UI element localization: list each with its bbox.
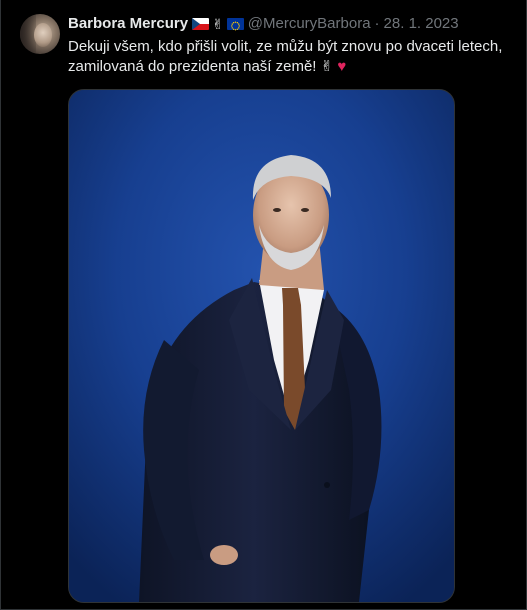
display-name[interactable]: Barbora Mercury (68, 14, 188, 34)
tweet-card[interactable]: Barbora Mercury ✌ @MercuryBarbora · 28. … (0, 0, 527, 610)
tweet-header: Barbora Mercury ✌ @MercuryBarbora · 28. … (68, 14, 514, 34)
tweet-text-line-2: zamilovaná do prezidenta naší země! (68, 58, 317, 75)
tweet-body: Barbora Mercury ✌ @MercuryBarbora · 28. … (68, 14, 514, 77)
avatar[interactable] (20, 14, 60, 54)
tweet-text: Dekuji všem, kdo přišli volit, ze můžu b… (68, 37, 518, 77)
heart-emoji: ♥ (337, 58, 347, 75)
victory-hand-icon: ✌ (212, 16, 224, 32)
eu-flag-icon (226, 18, 244, 31)
avatar-face (34, 23, 52, 47)
tweet-date[interactable]: 28. 1. 2023 (384, 14, 459, 34)
separator-dot: · (374, 15, 380, 32)
tweet-text-line-1: Dekuji všem, kdo přišli volit, ze můžu b… (68, 38, 503, 55)
portrait-illustration (69, 90, 454, 602)
tweet-photo[interactable] (68, 89, 455, 603)
name-badges: ✌ (192, 17, 244, 31)
victory-hand-emoji: ✌ (320, 58, 334, 75)
user-handle[interactable]: @MercuryBarbora (248, 14, 371, 34)
czech-flag-icon (192, 18, 210, 30)
